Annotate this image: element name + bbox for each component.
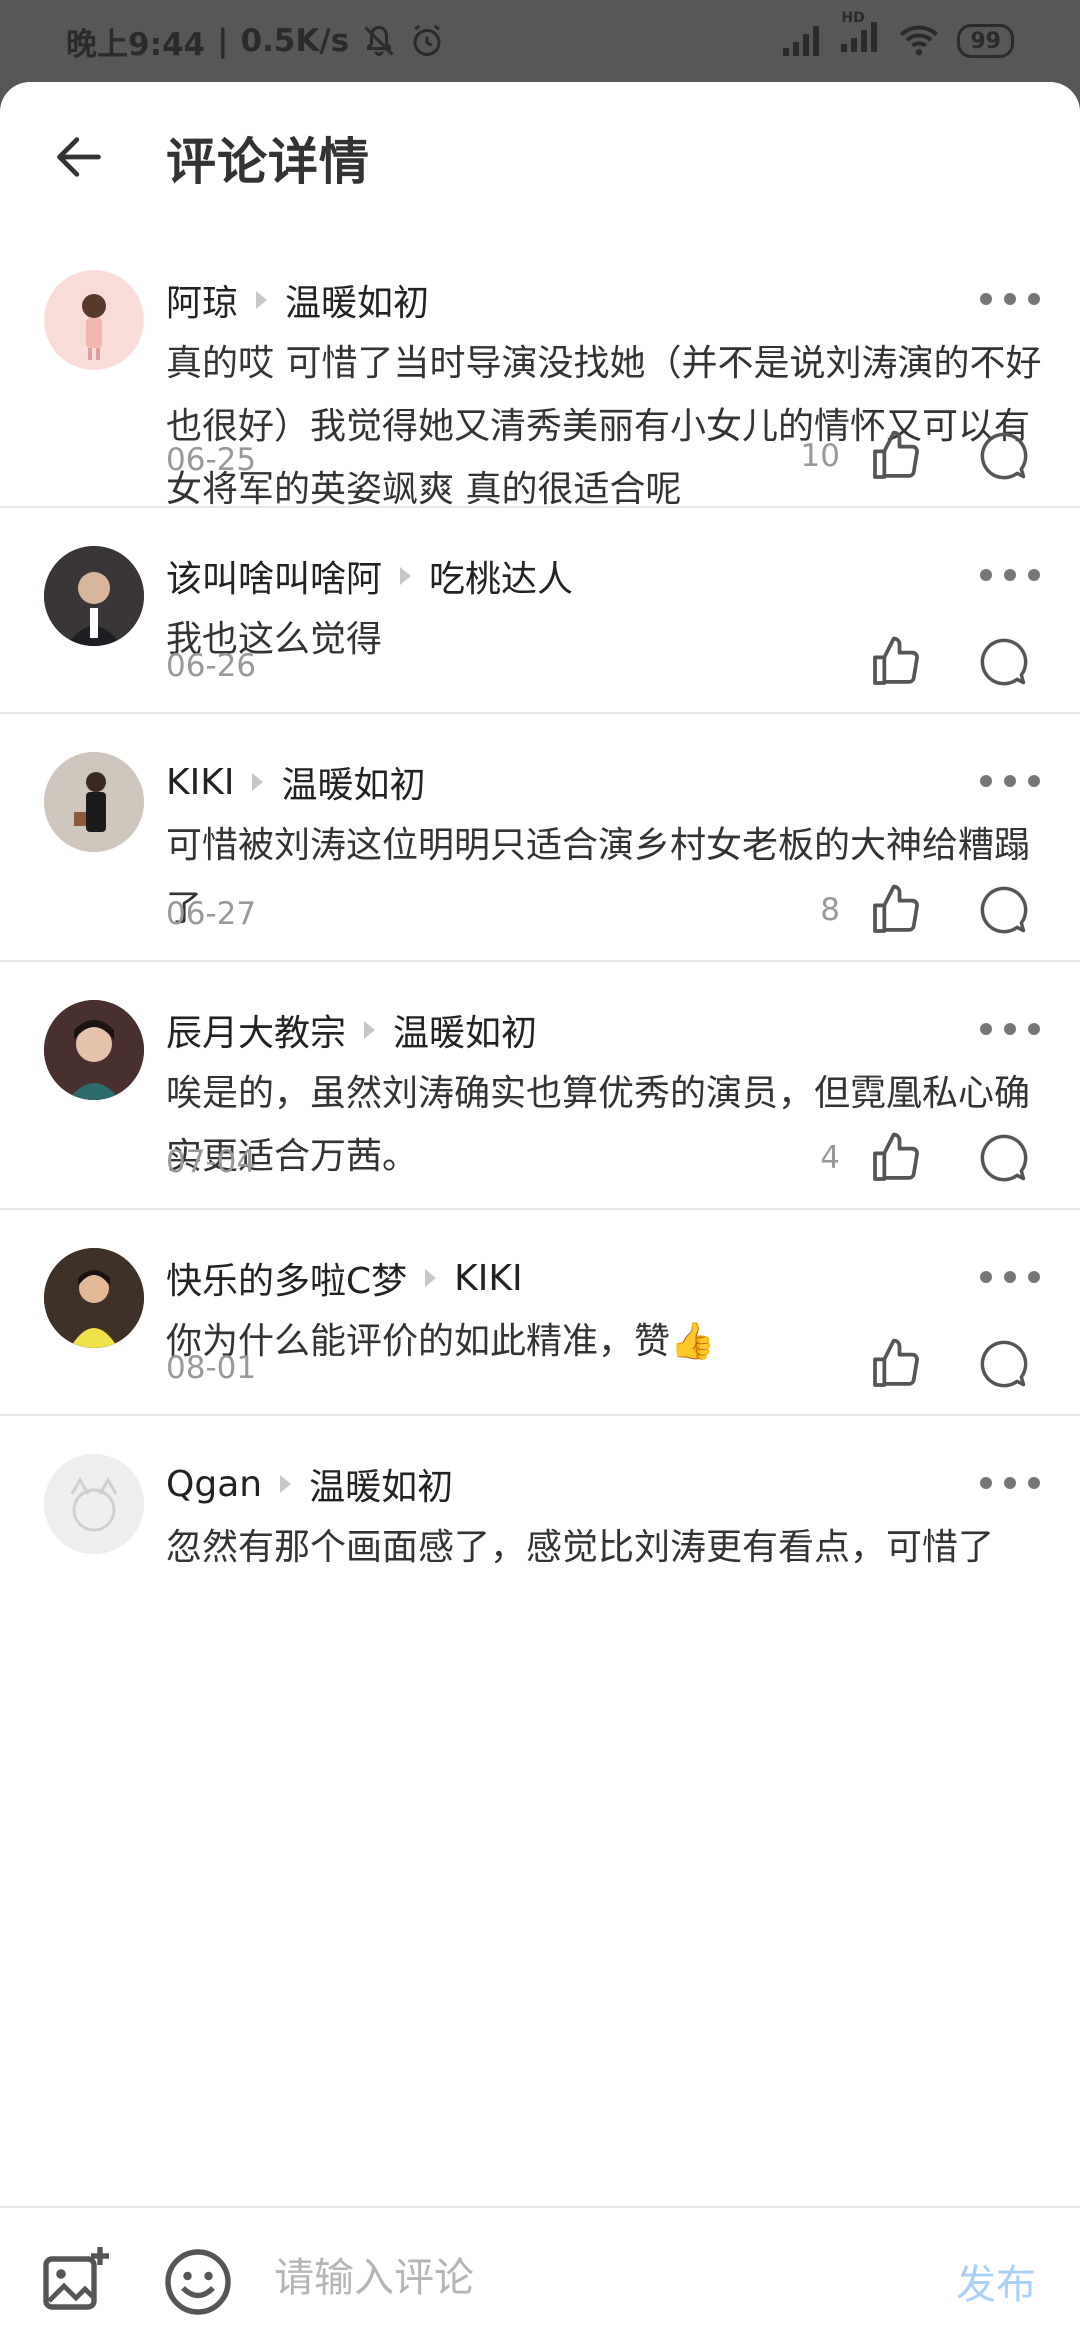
- user-name[interactable]: 辰月大教宗: [166, 1004, 346, 1056]
- status-left: 晚上9:44 | 0.5K/s: [66, 19, 445, 64]
- emoji-icon[interactable]: [162, 2246, 234, 2318]
- more-button[interactable]: [980, 560, 1040, 590]
- thumbs-up-icon[interactable]: [868, 1130, 924, 1186]
- thumbs-up-icon[interactable]: [868, 1336, 924, 1392]
- comment-item: KIKI 温暖如初 可惜被刘涛这位明明只适合演乡村女老板的大神给糟蹋了 06-2…: [0, 714, 1080, 962]
- status-speed: 0.5K/s: [240, 23, 350, 59]
- status-bar: 晚上9:44 | 0.5K/s HD 99: [0, 0, 1080, 82]
- reply-arrow-icon: [280, 1475, 292, 1493]
- signal-icon: [783, 26, 820, 56]
- reply-bubble-icon[interactable]: [978, 1132, 1030, 1184]
- reply-to-name[interactable]: 吃桃达人: [429, 550, 573, 602]
- avatar[interactable]: [44, 546, 144, 646]
- comment-item: 阿琼 温暖如初 真的哎 可惜了当时导演没找她（并不是说刘涛演的不好 也很好）我觉…: [0, 232, 1080, 510]
- more-button[interactable]: [980, 1014, 1040, 1044]
- comment-detail-sheet: 评论详情 阿琼 温暖如初 真的哎 可惜了当时导演没找她（并不是说刘涛演的不好 也…: [0, 82, 1080, 2340]
- user-name[interactable]: 该叫啥叫啥阿: [166, 550, 382, 602]
- more-button[interactable]: [980, 1468, 1040, 1498]
- reply-bubble-icon[interactable]: [978, 636, 1030, 688]
- comment-item: 快乐的多啦C梦 KIKI 你为什么能评价的如此精准，赞👍 08-01: [0, 1210, 1080, 1416]
- user-name[interactable]: Qgan: [166, 1464, 262, 1505]
- avatar[interactable]: [44, 752, 144, 852]
- more-button[interactable]: [980, 1262, 1040, 1292]
- reply-arrow-icon: [256, 291, 268, 309]
- avatar[interactable]: [44, 1454, 144, 1554]
- avatar[interactable]: [44, 270, 144, 370]
- reply-to-name[interactable]: KIKI: [454, 1258, 522, 1299]
- reply-bubble-icon[interactable]: [978, 1338, 1030, 1390]
- reply-to-name[interactable]: 温暖如初: [393, 1004, 537, 1056]
- comment-input[interactable]: [274, 2242, 874, 2314]
- avatar[interactable]: [44, 1000, 144, 1100]
- reply-arrow-icon: [400, 567, 412, 585]
- comment-input-bar: 发布: [0, 2206, 1080, 2340]
- comment-item: 辰月大教宗 温暖如初 唉是的，虽然刘涛确实也算优秀的演员，但霓凰私心确实更适合万…: [0, 962, 1080, 1210]
- reply-arrow-icon: [425, 1269, 437, 1287]
- reply-bubble-icon[interactable]: [978, 884, 1030, 936]
- comment-text: 真的哎 可惜了当时导演没找她（并不是说刘涛演的不好 也很好）我觉得她又清秀美丽有…: [166, 343, 1042, 510]
- name-row: 该叫啥叫啥阿 吃桃达人: [166, 548, 573, 604]
- comment-item: 该叫啥叫啥阿 吃桃达人 我也这么觉得 06-26: [0, 508, 1080, 714]
- like-count: 4: [820, 1140, 840, 1176]
- reply-to-name[interactable]: 温暖如初: [281, 756, 425, 808]
- publish-button[interactable]: 发布: [956, 2252, 1036, 2310]
- reply-to-name[interactable]: 温暖如初: [309, 1458, 453, 1510]
- add-image-icon[interactable]: [40, 2244, 112, 2316]
- name-row: 辰月大教宗 温暖如初: [166, 1002, 537, 1058]
- comment-date: 06-26: [166, 648, 257, 684]
- battery-icon: 99: [957, 24, 1014, 58]
- header: 评论详情: [0, 82, 1080, 232]
- avatar[interactable]: [44, 1248, 144, 1348]
- reply-to-name[interactable]: 温暖如初: [285, 274, 429, 326]
- more-button[interactable]: [980, 284, 1040, 314]
- alarm-icon: [413, 24, 441, 56]
- like-count: 10: [800, 438, 840, 474]
- back-button[interactable]: [46, 124, 112, 190]
- wifi-icon: [900, 25, 939, 56]
- comment-date: 07-04: [166, 1144, 257, 1180]
- user-name[interactable]: 快乐的多啦C梦: [166, 1252, 407, 1304]
- bell-off-icon: [364, 25, 394, 56]
- user-name[interactable]: 阿琼: [166, 274, 238, 326]
- comment-text: 忽然有那个画面感了，感觉比刘涛更有看点，可惜了: [166, 1527, 995, 1568]
- hd-signal-icon: HD: [841, 10, 881, 60]
- thumbs-up-icon[interactable]: [868, 428, 924, 484]
- thumbs-up-icon[interactable]: [868, 882, 924, 938]
- page-title: 评论详情: [166, 133, 370, 191]
- like-count: 8: [820, 892, 840, 928]
- name-row: 阿琼 温暖如初: [166, 272, 429, 328]
- comment-date: 08-01: [166, 1350, 257, 1386]
- status-time: 晚上9:44: [66, 26, 206, 63]
- more-button[interactable]: [980, 766, 1040, 796]
- comment-item: Qgan 温暖如初 忽然有那个画面感了，感觉比刘涛更有看点，可惜了: [0, 1416, 1080, 1716]
- comment-date: 06-27: [166, 896, 257, 932]
- reply-arrow-icon: [364, 1021, 376, 1039]
- reply-arrow-icon: [252, 773, 264, 791]
- arrow-left-icon: [57, 137, 101, 177]
- thumbs-up-icon[interactable]: [868, 634, 924, 690]
- hd-label: HD: [841, 10, 865, 26]
- battery-level: 99: [970, 28, 1001, 54]
- status-right: HD 99: [783, 10, 1014, 60]
- name-row: 快乐的多啦C梦 KIKI: [166, 1250, 523, 1306]
- comment-date: 06-25: [166, 442, 257, 478]
- user-name[interactable]: KIKI: [166, 762, 234, 803]
- name-row: Qgan 温暖如初: [166, 1456, 453, 1512]
- reply-bubble-icon[interactable]: [978, 430, 1030, 482]
- name-row: KIKI 温暖如初: [166, 754, 425, 810]
- status-divider: |: [217, 23, 229, 59]
